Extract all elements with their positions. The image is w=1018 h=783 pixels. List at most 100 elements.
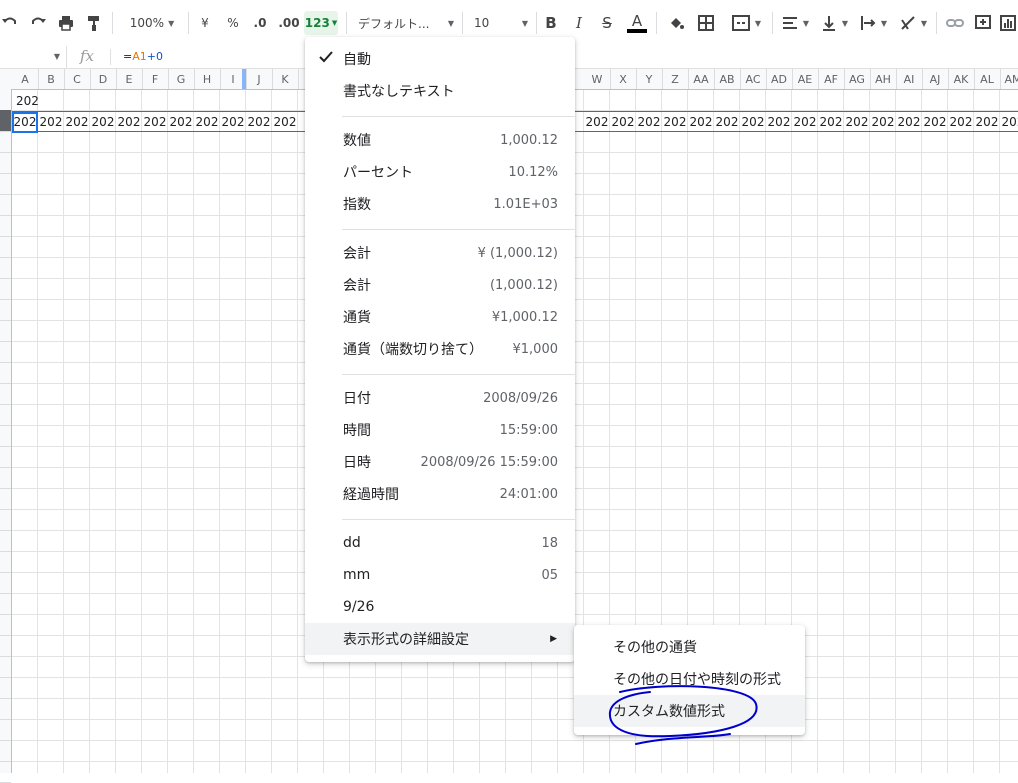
text-color-button[interactable]: A <box>626 11 648 35</box>
row-header[interactable] <box>0 530 11 552</box>
row-header[interactable] <box>0 677 11 699</box>
row-header[interactable] <box>0 551 11 573</box>
table-cell[interactable]: 202 <box>142 112 168 133</box>
row-header[interactable] <box>0 341 11 363</box>
row-header[interactable] <box>0 761 11 783</box>
column-header[interactable]: AD <box>766 69 793 89</box>
column-header[interactable]: E <box>116 69 143 89</box>
formula-input[interactable]: =A1+0 <box>123 50 163 63</box>
menu-item-date[interactable]: 日付 2008/09/26 <box>305 382 575 414</box>
insert-link-icon[interactable] <box>944 11 966 35</box>
row-header[interactable] <box>0 320 11 342</box>
row-header[interactable] <box>0 404 11 426</box>
insert-comment-icon[interactable] <box>972 11 994 35</box>
row-header[interactable] <box>0 215 11 237</box>
column-header[interactable]: K <box>272 69 299 89</box>
font-select[interactable]: デフォルト... ▼ <box>358 11 454 35</box>
print-icon[interactable] <box>56 11 76 35</box>
table-cell[interactable]: 202 <box>870 112 896 133</box>
submenu-item-more-datetime[interactable]: その他の日付や時刻の形式 <box>574 663 805 695</box>
submenu-item-more-currencies[interactable]: その他の通貨 <box>574 631 805 663</box>
merge-cells-icon[interactable]: ▼ <box>726 11 766 35</box>
menu-item-currency[interactable]: 通貨 ¥1,000.12 <box>305 301 575 333</box>
row-header[interactable] <box>0 446 11 468</box>
menu-item-dd[interactable]: dd 18 <box>305 527 575 559</box>
menu-item-month-day[interactable]: 9/26 <box>305 591 575 623</box>
table-cell[interactable]: 202 <box>818 112 844 133</box>
table-cell[interactable]: 202 <box>766 112 792 133</box>
cell-a1[interactable]: 202 <box>16 91 39 112</box>
column-header[interactable]: D <box>90 69 117 89</box>
row-header[interactable] <box>0 593 11 615</box>
row-header[interactable] <box>0 236 11 258</box>
menu-item-datetime[interactable]: 日時 2008/09/26 15:59:00 <box>305 446 575 478</box>
row-header[interactable] <box>0 362 11 384</box>
table-cell[interactable]: 202 <box>194 112 220 133</box>
column-header[interactable]: AH <box>870 69 897 89</box>
menu-item-scientific[interactable]: 指数 1.01E+03 <box>305 188 575 220</box>
table-cell[interactable]: 202 <box>922 112 948 133</box>
table-cell[interactable]: 202 <box>688 112 714 133</box>
row-header[interactable] <box>0 698 11 720</box>
table-cell[interactable]: 202 <box>38 112 64 133</box>
table-cell[interactable]: 202 <box>168 112 194 133</box>
column-header[interactable]: Y <box>636 69 663 89</box>
menu-item-accounting[interactable]: 会計 ¥ (1,000.12) <box>305 237 575 269</box>
row-header[interactable] <box>0 425 11 447</box>
table-cell[interactable]: 202 <box>740 112 766 133</box>
decrease-decimal-button[interactable]: .0 <box>250 11 270 35</box>
column-header[interactable]: AG <box>844 69 871 89</box>
row-header[interactable] <box>0 194 11 216</box>
currency-button[interactable]: ¥ <box>196 11 214 35</box>
table-cell[interactable]: 202 <box>792 112 818 133</box>
row-header[interactable] <box>0 110 11 132</box>
fill-color-icon[interactable] <box>666 11 686 35</box>
strikethrough-button[interactable]: S <box>598 11 616 35</box>
table-cell[interactable]: 202 <box>246 112 272 133</box>
row-header[interactable] <box>0 572 11 594</box>
menu-item-financial[interactable]: 会計 (1,000.12) <box>305 269 575 301</box>
column-header[interactable]: AL <box>974 69 1001 89</box>
text-wrap-icon[interactable]: ▼ <box>856 11 890 35</box>
table-cell[interactable]: 202 <box>220 112 246 133</box>
menu-item-percent[interactable]: パーセント 10.12% <box>305 156 575 188</box>
submenu-item-custom-number[interactable]: カスタム数値形式 <box>574 695 805 727</box>
table-cell[interactable]: 202 <box>896 112 922 133</box>
vertical-align-icon[interactable]: ▼ <box>818 11 850 35</box>
column-header[interactable]: AB <box>714 69 741 89</box>
column-header[interactable]: A <box>12 69 39 89</box>
cell-a2-active[interactable]: 202 <box>12 112 38 133</box>
column-header[interactable]: AM <box>1000 69 1018 89</box>
table-cell[interactable]: 202 <box>974 112 1000 133</box>
row-header[interactable] <box>0 509 11 531</box>
table-cell[interactable]: 202 <box>948 112 974 133</box>
font-size-select[interactable]: 10 ▼ <box>474 11 528 35</box>
column-header[interactable]: C <box>64 69 91 89</box>
menu-item-currency-rounded[interactable]: 通貨（端数切り捨て） ¥1,000 <box>305 333 575 365</box>
borders-icon[interactable] <box>696 11 716 35</box>
percent-button[interactable]: % <box>224 11 242 35</box>
column-header[interactable]: J <box>246 69 273 89</box>
column-header[interactable]: AC <box>740 69 767 89</box>
zoom-select[interactable]: 100% ▼ <box>124 11 180 35</box>
row-header[interactable] <box>0 635 11 657</box>
row-header[interactable] <box>0 740 11 762</box>
increase-decimal-button[interactable]: .00 <box>278 11 300 35</box>
table-cell[interactable]: 202 <box>116 112 142 133</box>
table-cell[interactable]: 202 <box>64 112 90 133</box>
table-cell[interactable]: 202 <box>584 112 610 133</box>
table-cell[interactable]: 202 <box>844 112 870 133</box>
column-header[interactable]: F <box>142 69 169 89</box>
column-header[interactable]: X <box>610 69 637 89</box>
horizontal-align-icon[interactable]: ▼ <box>778 11 812 35</box>
table-cell[interactable]: 202 <box>662 112 688 133</box>
menu-item-mm[interactable]: mm 05 <box>305 559 575 591</box>
table-cell[interactable]: 202 <box>1000 112 1018 133</box>
bold-button[interactable]: B <box>542 11 560 35</box>
table-cell[interactable]: 202 <box>714 112 740 133</box>
column-header[interactable]: AJ <box>922 69 949 89</box>
table-cell[interactable]: 202 <box>272 112 298 133</box>
column-resize-handle[interactable] <box>242 69 246 89</box>
column-header[interactable]: H <box>194 69 221 89</box>
row-header[interactable] <box>0 257 11 279</box>
